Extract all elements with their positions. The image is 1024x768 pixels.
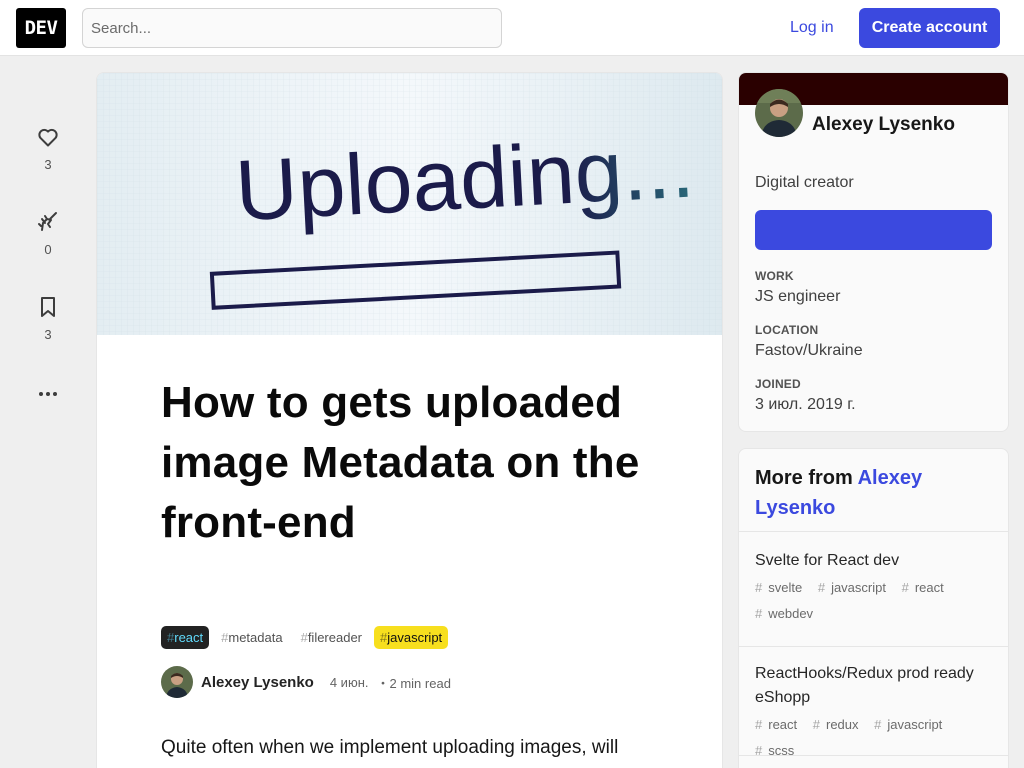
published-date: 4 июн. [329, 674, 369, 690]
profile-avatar[interactable] [755, 89, 803, 137]
location-value: Fastov/Ukraine [755, 342, 863, 359]
more-item-tag[interactable]: # redux [813, 717, 865, 732]
more-from-heading: More from Alexey Lysenko [755, 467, 923, 519]
more-item-tag[interactable]: # react [755, 717, 803, 732]
unicorn-icon [38, 212, 57, 231]
divider [739, 755, 1008, 756]
more-item-tag[interactable]: # react [902, 580, 950, 595]
more-item-tags: # svelte # javascript # react # webdev [755, 575, 995, 627]
article-card: Uploading... How to gets uploaded image … [96, 72, 723, 768]
unicorn-count: 0 [44, 242, 52, 257]
profile-name-link[interactable]: Alexey Lysenko [812, 114, 955, 136]
tag-filereader[interactable]: #filereader [295, 626, 368, 649]
reaction-bookmark-button[interactable]: 3 [24, 295, 72, 342]
more-item-title: Svelte for React dev [755, 552, 900, 569]
more-item-title: ReactHooks/Redux prod ready eShopp [755, 665, 974, 706]
create-account-button[interactable]: Create account [859, 8, 1000, 48]
more-item-tags: # react # redux # javascript # scss [755, 712, 995, 764]
login-link[interactable]: Log in [778, 8, 846, 48]
bookmark-count: 3 [44, 327, 52, 342]
dev-logo[interactable]: DEV [16, 8, 66, 48]
divider [739, 531, 1008, 532]
more-from-item[interactable]: Svelte for React dev # svelte # javascript… [755, 549, 995, 627]
more-options-button[interactable] [24, 382, 72, 406]
more-item-tag[interactable]: # webdev [755, 606, 819, 621]
read-time: ・2 min read [376, 675, 451, 691]
heart-count: 3 [44, 157, 52, 172]
author-profile-card: Alexey Lysenko Digital creator WORK JS e… [738, 72, 1009, 432]
more-from-card: More from Alexey Lysenko Svelte for Reac… [738, 448, 1009, 768]
article-byline: Alexey Lysenko 4 июн. ・2 min read [161, 666, 451, 698]
more-item-tag[interactable]: # javascript [818, 580, 892, 595]
bookmark-icon [41, 297, 55, 317]
article-tags: #react #metadata #filereader #javascript [161, 624, 449, 650]
article-title: How to gets uploaded image Metadata on t… [161, 378, 640, 547]
divider [739, 646, 1008, 647]
reaction-heart-button[interactable]: 3 [24, 125, 72, 172]
tag-react[interactable]: #react [161, 625, 210, 649]
search-input[interactable] [82, 8, 502, 48]
joined-value: 3 июл. 2019 г. [755, 396, 856, 413]
more-item-tag[interactable]: # svelte [755, 580, 808, 595]
heart-icon [38, 128, 58, 147]
more-item-tag[interactable]: # javascript [874, 717, 948, 732]
joined-label: JOINED [755, 377, 801, 391]
author-name-link[interactable]: Alexey Lysenko [201, 674, 314, 691]
location-label: LOCATION [755, 323, 819, 337]
work-label: WORK [755, 269, 794, 283]
author-avatar[interactable] [161, 666, 193, 698]
work-value: JS engineer [755, 288, 841, 305]
article-body: Quite often when we implement uploading … [161, 737, 619, 758]
more-from-item[interactable]: ReactHooks/Redux prod ready eShopp # reac… [755, 662, 995, 764]
tag-metadata[interactable]: #metadata [215, 626, 288, 649]
profile-bio: Digital creator [755, 174, 854, 191]
cover-image: Uploading... [97, 73, 722, 335]
reaction-unicorn-button[interactable]: 0 [24, 210, 72, 257]
more-horizontal-icon [39, 392, 57, 396]
follow-button[interactable] [755, 210, 992, 250]
top-header: DEV Log in Create account [0, 0, 1024, 56]
tag-javascript[interactable]: #javascript [374, 625, 449, 649]
